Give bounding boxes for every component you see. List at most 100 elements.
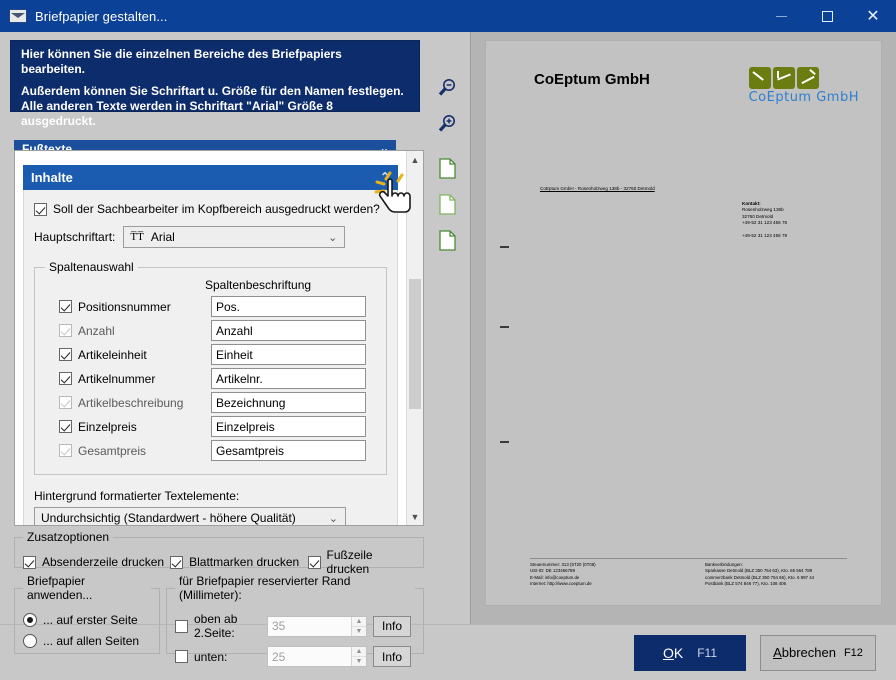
rand-oben-stepper[interactable]: 35 ▲ ▼ (267, 616, 367, 637)
fold-mark-3 (500, 441, 509, 443)
column-input-gesamtpreis[interactable]: Gesamtpreis (211, 440, 366, 461)
settings-scrollbar[interactable]: ▲ ▼ (406, 151, 423, 525)
rand-unten-label: unten: (194, 650, 227, 664)
preview-company-name: CoEptum GmbH (534, 71, 650, 88)
preview-logo-text: CoEptum GmbH (749, 90, 859, 105)
logo-square-1-icon (749, 67, 771, 89)
letterhead-preview[interactable]: CoEptum GmbH CoEptum GmbH CoEptum GmbH -… (485, 40, 882, 606)
logo-square-2-icon (773, 67, 795, 89)
radio-erste-seite-label: ... auf erster Seite (43, 613, 138, 627)
title-bar: Briefpapier gestalten... ✕ (0, 0, 896, 32)
close-icon[interactable]: ✕ (850, 0, 896, 32)
anwenden-option-erste[interactable]: ... auf erster Seite (23, 613, 151, 627)
rand-oben-checkbox[interactable] (175, 620, 188, 633)
page-icon-1[interactable] (425, 150, 469, 186)
rand-oben-stepper-buttons[interactable]: ▲ ▼ (351, 617, 366, 636)
scroll-down-icon[interactable]: ▼ (407, 508, 423, 525)
rand-row-unten: unten: 25 ▲ ▼ Info (175, 646, 415, 667)
column-label-artikelnummer: Artikelnummer (78, 372, 155, 386)
ok-button-label-rest: K (674, 645, 683, 661)
cancel-button[interactable]: Abbrechen F12 (760, 635, 876, 671)
stepper-down-icon[interactable]: ▼ (352, 627, 366, 636)
column-checkbox-artikelnummer[interactable] (59, 372, 72, 385)
column-checkbox-artikelbeschreibung[interactable] (59, 396, 72, 409)
font-value: Arial (151, 230, 175, 244)
anwenden-legend: Briefpapier anwenden... (23, 574, 151, 602)
section-body-inhalte: Soll der Sachbearbeiter im Kopfbereich a… (23, 190, 398, 526)
column-row: Gesamtpreis Gesamtpreis (45, 440, 376, 461)
dialog-content: Hier können Sie die einzelnen Bereiche d… (0, 32, 896, 624)
column-checkbox-positionsnummer[interactable] (59, 300, 72, 313)
column-label-gesamtpreis: Gesamtpreis (78, 444, 146, 458)
section-header-inhalte[interactable]: Inhalte ⌃ (23, 165, 398, 190)
window-title: Briefpapier gestalten... (35, 9, 167, 24)
column-label-artikeleinheit: Artikeleinheit (78, 348, 147, 362)
preview-footer-left: Steuernummer: 313 (5T20 (0T08) USt-ID: D… (530, 562, 705, 587)
column-row: Positionsnummer Pos. (45, 296, 376, 317)
ok-button[interactable]: OK F11 (634, 635, 746, 671)
info-banner: Hier können Sie die einzelnen Bereiche d… (10, 40, 420, 112)
preview-toolbar (425, 70, 469, 258)
fusszeile-checkbox[interactable] (308, 556, 321, 569)
column-input-artikelnummer[interactable]: Artikelnr. (211, 368, 366, 389)
hintergrund-label: Hintergrund formatierter Textelemente: (34, 489, 387, 503)
info-line-1: Hier können Sie die einzelnen Bereiche d… (21, 47, 409, 77)
zusatz-option-fusszeile: Fußzeile drucken (308, 548, 415, 576)
spaltenbeschriftung-header: Spaltenbeschriftung (205, 278, 376, 292)
page-icon-3[interactable] (425, 222, 469, 258)
column-row: Anzahl Anzahl (45, 320, 376, 341)
radio-alle-seiten[interactable] (23, 634, 37, 648)
radio-erste-seite[interactable] (23, 613, 37, 627)
column-row: Einzelpreis Einzelpreis (45, 416, 376, 437)
sachbearbeiter-checkbox[interactable] (34, 203, 47, 216)
column-checkbox-anzahl[interactable] (59, 324, 72, 337)
blattmarken-checkbox[interactable] (170, 556, 183, 569)
rand-unten-stepper-buttons[interactable]: ▲ ▼ (351, 647, 366, 666)
rand-oben-value: 35 (272, 619, 285, 633)
logo-square-3-icon (797, 67, 819, 89)
stepper-down-icon[interactable]: ▼ (352, 657, 366, 666)
column-row: Artikelbeschreibung Bezeichnung (45, 392, 376, 413)
preview-contact-phone-2: +49-52 31 123 456 79 (742, 233, 787, 238)
cancel-button-label-rest: bbrechen (782, 645, 836, 660)
column-input-anzahl[interactable]: Anzahl (211, 320, 366, 341)
font-row: Hauptschriftart: T̅T̅ Arial ⌄ (34, 226, 387, 248)
zusatz-option-blattmarken: Blattmarken drucken (170, 548, 307, 576)
page-icon-2[interactable] (425, 186, 469, 222)
anwenden-option-alle[interactable]: ... auf allen Seiten (23, 634, 151, 648)
stepper-up-icon[interactable]: ▲ (352, 647, 366, 657)
cancel-button-key: F12 (844, 647, 863, 659)
maximize-icon[interactable] (804, 0, 850, 32)
column-checkbox-einzelpreis[interactable] (59, 420, 72, 433)
rand-unten-stepper[interactable]: 25 ▲ ▼ (267, 646, 367, 667)
scrollbar-thumb[interactable] (409, 279, 421, 409)
scroll-up-icon[interactable]: ▲ (407, 151, 423, 168)
absenderzeile-label: Absenderzeile drucken (42, 555, 164, 569)
rand-oben-info-button[interactable]: Info (373, 616, 411, 637)
footer-right-line-4: Postbank (BLZ 574 846 77), Kto. 108 406 (705, 581, 847, 587)
font-select[interactable]: T̅T̅ Arial ⌄ (123, 226, 345, 248)
column-input-einzelpreis[interactable]: Einzelpreis (211, 416, 366, 437)
zoom-out-icon[interactable] (425, 70, 469, 106)
column-label-positionsnummer: Positionsnummer (78, 300, 171, 314)
preview-panel: CoEptum GmbH CoEptum GmbH CoEptum GmbH -… (470, 32, 896, 624)
stepper-up-icon[interactable]: ▲ (352, 617, 366, 627)
hintergrund-select[interactable]: Undurchsichtig (Standardwert - höhere Qu… (34, 507, 346, 526)
info-line-2: Außerdem können Sie Schriftart u. Größe … (21, 84, 409, 99)
chevron-up-icon: ⌃ (380, 170, 390, 184)
rand-unten-value: 25 (272, 650, 285, 664)
zoom-in-icon[interactable] (425, 106, 469, 142)
column-input-artikelbeschreibung[interactable]: Bezeichnung (211, 392, 366, 413)
column-checkbox-gesamtpreis[interactable] (59, 444, 72, 457)
column-input-artikeleinheit[interactable]: Einheit (211, 344, 366, 365)
column-checkbox-artikeleinheit[interactable] (59, 348, 72, 361)
minimize-icon[interactable] (758, 0, 804, 32)
hintergrund-value: Undurchsichtig (Standardwert - höhere Qu… (41, 511, 296, 525)
column-input-positionsnummer[interactable]: Pos. (211, 296, 366, 317)
fold-mark-1 (500, 246, 509, 248)
rand-group: für Briefpapier reservierter Rand (Milli… (166, 574, 424, 654)
absenderzeile-checkbox[interactable] (23, 556, 36, 569)
rand-unten-info-button[interactable]: Info (373, 646, 411, 667)
rand-unten-checkbox[interactable] (175, 650, 188, 663)
zusatzoptionen-group: Zusatzoptionen Absenderzeile drucken Bla… (14, 530, 424, 568)
